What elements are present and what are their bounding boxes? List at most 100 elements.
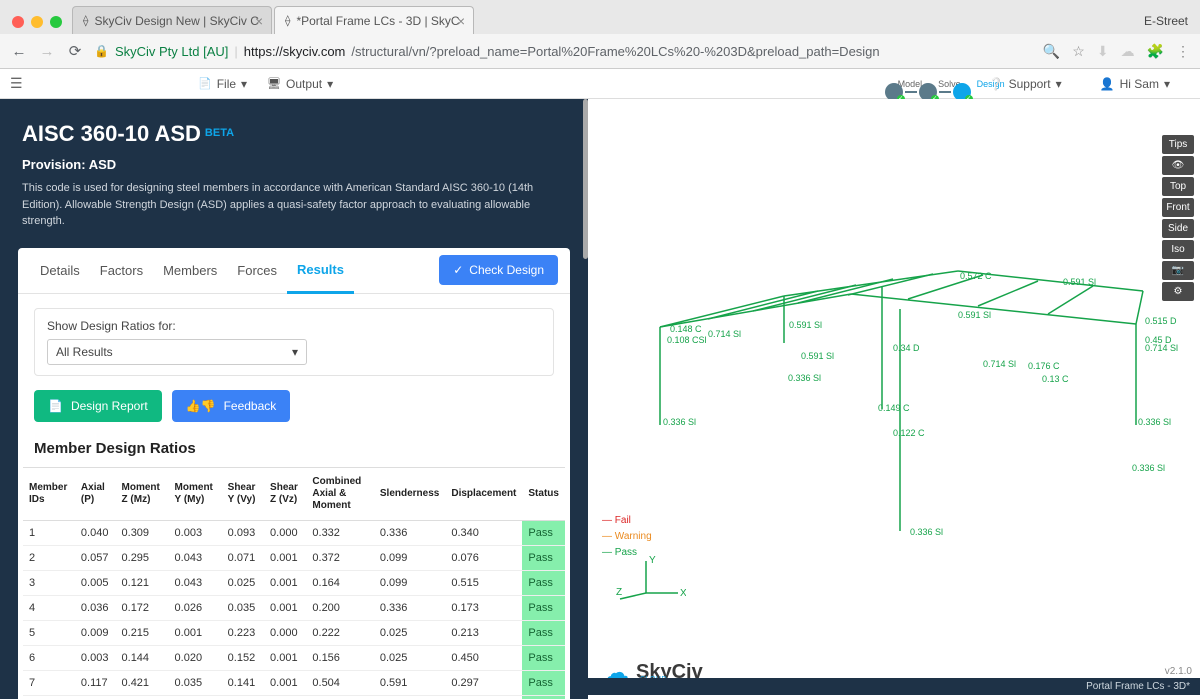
tab-forces[interactable]: Forces bbox=[227, 249, 287, 292]
cell-vz: 0.001 bbox=[264, 645, 306, 670]
design-report-button[interactable]: 📄 Design Report bbox=[34, 390, 162, 422]
svg-text:0.591 Sl: 0.591 Sl bbox=[958, 310, 991, 320]
svg-text:Y: Y bbox=[649, 555, 656, 566]
cell-st: Pass bbox=[522, 695, 565, 699]
mode-model-icon[interactable] bbox=[885, 83, 903, 101]
file-menu[interactable]: 📄 File ▾ bbox=[198, 77, 247, 91]
cell-my: 0.043 bbox=[169, 545, 222, 570]
table-row[interactable]: 60.0030.1440.0200.1520.0010.1560.0250.45… bbox=[23, 645, 565, 670]
hamburger-icon[interactable]: ☰ bbox=[10, 75, 28, 92]
cell-d: 0.173 bbox=[445, 595, 522, 620]
cell-id: 6 bbox=[23, 645, 75, 670]
iso-view-button[interactable]: Iso bbox=[1162, 240, 1194, 259]
mode-solve-icon[interactable] bbox=[919, 83, 937, 101]
table-row[interactable]: 30.0050.1210.0430.0250.0010.1640.0990.51… bbox=[23, 570, 565, 595]
filter-value: All Results bbox=[56, 345, 113, 359]
cell-my: 0.001 bbox=[169, 620, 222, 645]
menu-icon[interactable]: ⋮ bbox=[1176, 43, 1190, 60]
url-host: https://skyciv.com bbox=[244, 44, 346, 59]
table-row[interactable]: 80.1140.2600.0350.1150.0010.3170.5910.35… bbox=[23, 695, 565, 699]
bookmark-icon[interactable]: ☆ bbox=[1072, 43, 1085, 60]
col-axial: Axial (P) bbox=[75, 467, 116, 520]
table-row[interactable]: 50.0090.2150.0010.2230.0000.2220.0250.21… bbox=[23, 620, 565, 645]
address-bar[interactable]: 🔒 SkyCiv Pty Ltd [AU] | https://skyciv.c… bbox=[94, 44, 1033, 59]
cell-d: 0.340 bbox=[445, 520, 522, 545]
cell-my: 0.043 bbox=[169, 570, 222, 595]
cell-d: 0.076 bbox=[445, 545, 522, 570]
cell-id: 3 bbox=[23, 570, 75, 595]
settings-button[interactable]: ⚙ bbox=[1162, 282, 1194, 301]
extension-label: E-Street bbox=[1132, 8, 1200, 34]
chevron-down-icon: ▾ bbox=[1164, 77, 1170, 91]
back-icon[interactable]: ← bbox=[10, 43, 28, 60]
section-title: Member Design Ratios bbox=[18, 436, 570, 467]
cell-c: 0.164 bbox=[306, 570, 373, 595]
tab-members[interactable]: Members bbox=[153, 249, 227, 292]
window-controls[interactable] bbox=[6, 16, 72, 34]
feedback-button[interactable]: 👍👎 Feedback bbox=[172, 390, 291, 422]
col-id: Member IDs bbox=[23, 467, 75, 520]
cell-id: 8 bbox=[23, 695, 75, 699]
cell-vy: 0.071 bbox=[222, 545, 264, 570]
tab-details[interactable]: Details bbox=[30, 249, 90, 292]
table-row[interactable]: 40.0360.1720.0260.0350.0010.2000.3360.17… bbox=[23, 595, 565, 620]
svg-text:0.13 C: 0.13 C bbox=[1042, 374, 1069, 384]
forward-icon: → bbox=[38, 43, 56, 60]
maximize-window-icon[interactable] bbox=[50, 16, 62, 28]
tab-results[interactable]: Results bbox=[287, 248, 354, 294]
download-icon[interactable]: ⬇ bbox=[1097, 43, 1109, 60]
tips-button[interactable]: Tips bbox=[1162, 135, 1194, 154]
table-row[interactable]: 10.0400.3090.0030.0930.0000.3320.3360.34… bbox=[23, 520, 565, 545]
browser-chrome: ⟠ SkyCiv Design New | SkyCiv C × ⟠ *Port… bbox=[0, 0, 1200, 69]
filter-select[interactable]: All Results ▾ bbox=[47, 339, 307, 365]
browser-tab[interactable]: ⟠ SkyCiv Design New | SkyCiv C × bbox=[72, 6, 272, 34]
search-icon[interactable]: 🔍 bbox=[1043, 43, 1060, 60]
cell-id: 1 bbox=[23, 520, 75, 545]
cell-s: 0.336 bbox=[374, 595, 445, 620]
close-tab-icon[interactable]: × bbox=[255, 13, 263, 29]
cell-p: 0.009 bbox=[75, 620, 116, 645]
top-view-button[interactable]: Top bbox=[1162, 177, 1194, 196]
mode-design-icon[interactable] bbox=[953, 83, 971, 101]
cell-p: 0.117 bbox=[75, 670, 116, 695]
close-window-icon[interactable] bbox=[12, 16, 24, 28]
browser-tab-active[interactable]: ⟠ *Portal Frame LCs - 3D | SkyC × bbox=[274, 6, 474, 34]
table-row[interactable]: 20.0570.2950.0430.0710.0010.3720.0990.07… bbox=[23, 545, 565, 570]
cell-vy: 0.035 bbox=[222, 595, 264, 620]
check-design-button[interactable]: ✓ Check Design bbox=[439, 255, 558, 285]
svg-text:0.591 Sl: 0.591 Sl bbox=[789, 320, 822, 330]
file-menu-label: File bbox=[217, 77, 236, 91]
svg-text:0.572 C: 0.572 C bbox=[960, 271, 992, 281]
cell-st: Pass bbox=[522, 595, 565, 620]
front-view-button[interactable]: Front bbox=[1162, 198, 1194, 217]
cell-vz: 0.000 bbox=[264, 620, 306, 645]
design-report-label: Design Report bbox=[71, 399, 148, 413]
cell-p: 0.057 bbox=[75, 545, 116, 570]
col-vz: Shear Z (Vz) bbox=[264, 467, 306, 520]
cell-c: 0.200 bbox=[306, 595, 373, 620]
tab-factors[interactable]: Factors bbox=[90, 249, 153, 292]
visibility-button[interactable]: 👁 bbox=[1162, 156, 1194, 175]
cell-d: 0.297 bbox=[445, 670, 522, 695]
side-view-button[interactable]: Side bbox=[1162, 219, 1194, 238]
minimize-window-icon[interactable] bbox=[31, 16, 43, 28]
table-row[interactable]: 70.1170.4210.0350.1410.0010.5040.5910.29… bbox=[23, 670, 565, 695]
cell-p: 0.005 bbox=[75, 570, 116, 595]
cell-mz: 0.295 bbox=[116, 545, 169, 570]
cell-my: 0.003 bbox=[169, 520, 222, 545]
user-icon: 👤 bbox=[1100, 77, 1115, 91]
cloud-ext-icon[interactable]: ☁ bbox=[1121, 43, 1135, 60]
design-code-title: AISC 360-10 ASD bbox=[22, 121, 201, 146]
support-menu[interactable]: ❔ Support ▾ bbox=[989, 77, 1062, 91]
cell-vz: 0.001 bbox=[264, 595, 306, 620]
svg-text:0.336 Sl: 0.336 Sl bbox=[910, 527, 943, 537]
viewport-3d[interactable]: 0.336 Sl 0.336 Sl 0.336 Sl 0.714 Sl 0.59… bbox=[588, 99, 1200, 699]
puzzle-ext-icon[interactable]: 🧩 bbox=[1147, 43, 1164, 60]
cell-id: 7 bbox=[23, 670, 75, 695]
mode-balls[interactable] bbox=[885, 83, 971, 101]
close-tab-icon[interactable]: × bbox=[457, 13, 465, 29]
user-menu[interactable]: 👤 Hi Sam ▾ bbox=[1100, 77, 1170, 91]
screenshot-button[interactable]: 📷 bbox=[1162, 261, 1194, 280]
reload-icon[interactable]: ⟳ bbox=[66, 42, 84, 60]
output-menu[interactable]: 🖥 Output ▾ bbox=[267, 77, 333, 91]
